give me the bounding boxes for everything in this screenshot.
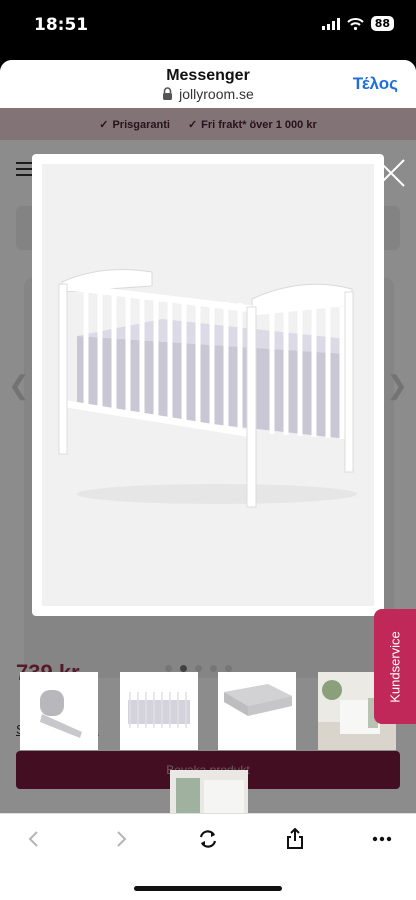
more-button[interactable] bbox=[364, 824, 400, 854]
customer-service-tab[interactable]: Kundservice bbox=[374, 609, 416, 724]
status-bar: 18:51 88 bbox=[0, 0, 416, 56]
chevron-right-icon bbox=[117, 831, 127, 847]
customer-service-label: Kundservice bbox=[387, 630, 403, 703]
chevron-left-icon bbox=[28, 831, 38, 847]
browser-header: Messenger jollyroom.se Τέλος bbox=[0, 60, 416, 108]
crib-image bbox=[42, 164, 374, 606]
thumbnail-mattress[interactable] bbox=[218, 672, 296, 750]
forward-button[interactable] bbox=[104, 824, 140, 854]
wifi-icon bbox=[347, 17, 364, 30]
signal-icon bbox=[321, 17, 340, 30]
room-photo-2-icon bbox=[170, 770, 248, 814]
thumbnail-crib[interactable] bbox=[120, 672, 198, 750]
browser-toolbar bbox=[0, 813, 416, 900]
crib-illustration bbox=[58, 269, 357, 508]
browser-sheet: Messenger jollyroom.se Τέλος ✓ Prisgarant… bbox=[0, 60, 416, 900]
mattress-icon bbox=[218, 672, 296, 750]
lock-icon bbox=[163, 87, 173, 100]
crib-thumb-icon bbox=[120, 672, 198, 750]
reload-icon bbox=[199, 830, 217, 848]
share-icon bbox=[287, 828, 303, 849]
share-button[interactable] bbox=[277, 824, 313, 854]
more-icon bbox=[372, 836, 392, 842]
thumbnail-room-photo-2[interactable] bbox=[170, 770, 248, 814]
status-icons: 88 bbox=[321, 16, 394, 31]
url-text: jollyroom.se bbox=[179, 86, 254, 102]
reload-button[interactable] bbox=[190, 824, 226, 854]
home-indicator bbox=[134, 886, 282, 891]
back-button[interactable] bbox=[15, 824, 51, 854]
done-button[interactable]: Τέλος bbox=[353, 74, 398, 94]
status-time: 18:51 bbox=[34, 15, 89, 35]
battery-indicator: 88 bbox=[370, 16, 394, 31]
bumper-icon bbox=[20, 672, 98, 750]
lightbox bbox=[32, 154, 384, 616]
thumbnail-crib-bumper[interactable] bbox=[20, 672, 98, 750]
